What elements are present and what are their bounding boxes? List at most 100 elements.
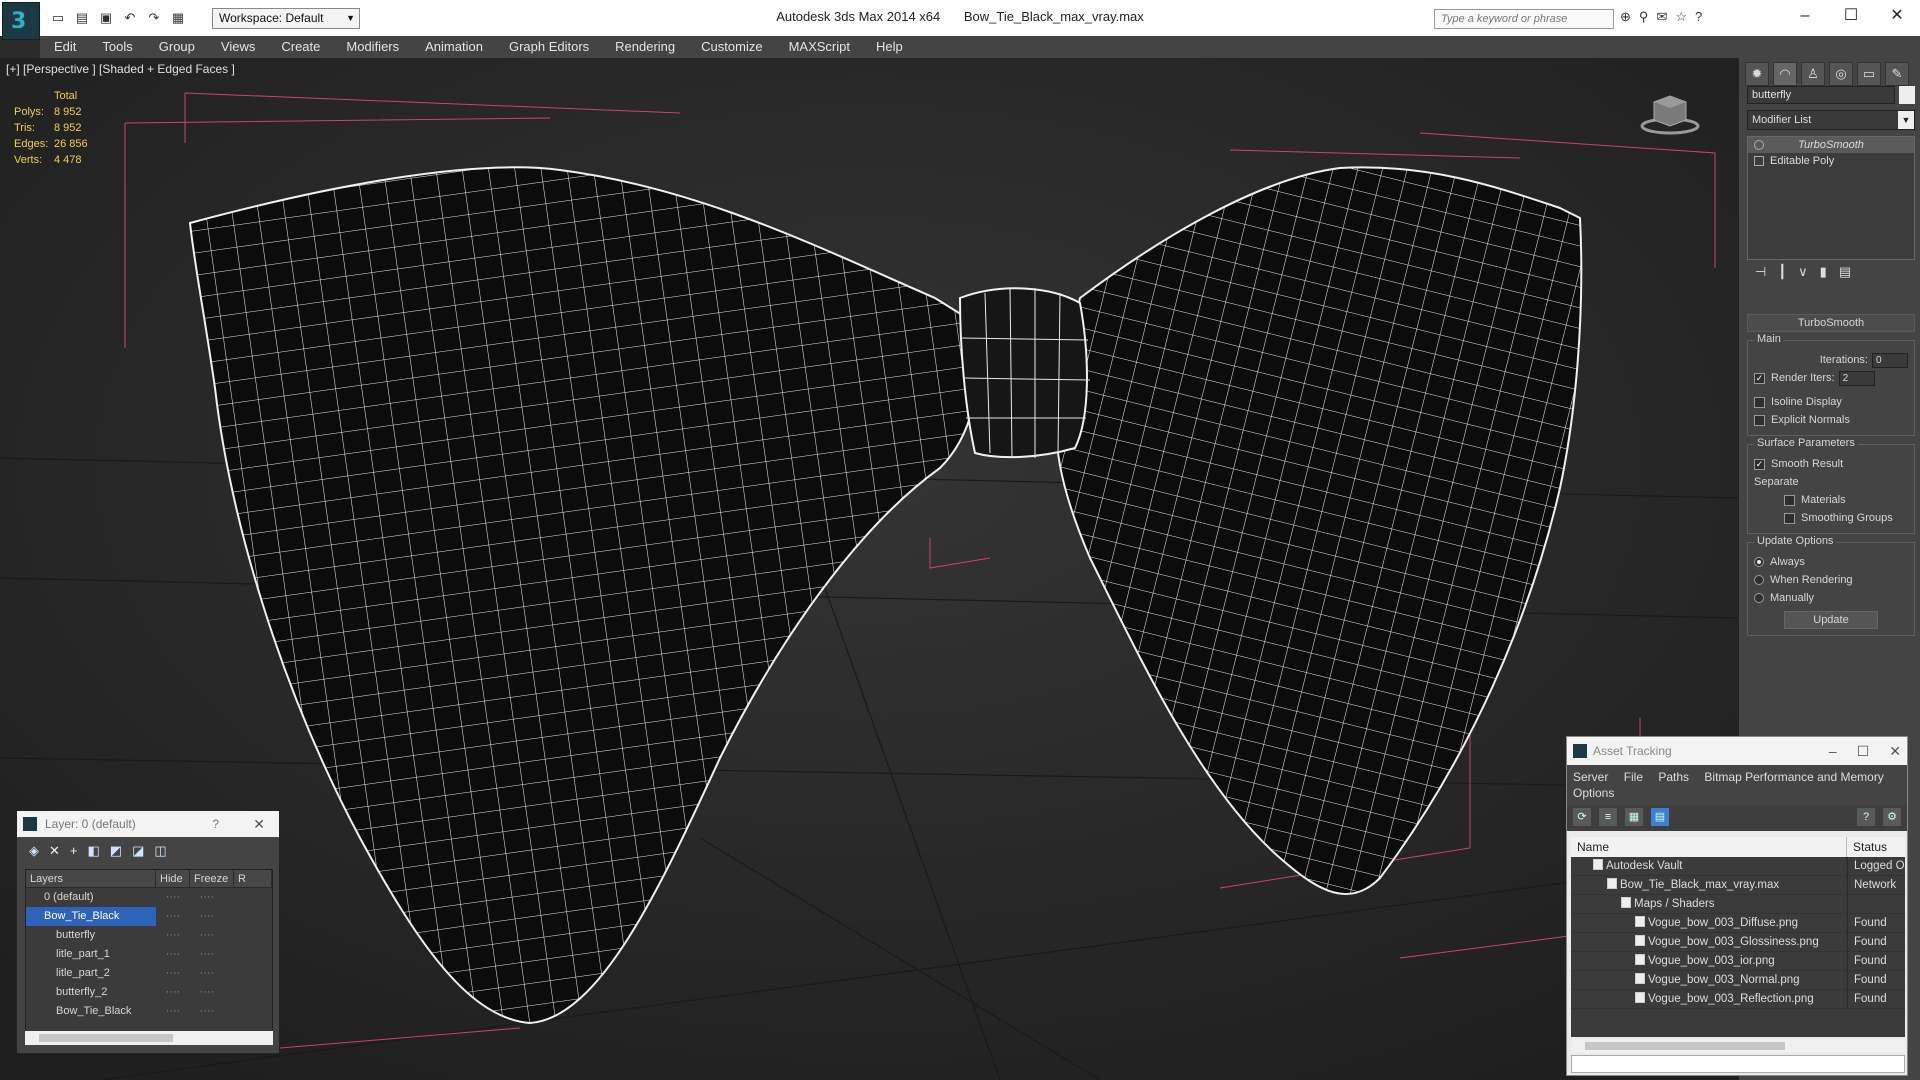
freeze-toggle[interactable]: ····: [190, 964, 224, 983]
maximize-icon[interactable]: ☐: [1857, 737, 1870, 765]
undo-icon[interactable]: ↶: [120, 8, 140, 28]
create-tab-icon[interactable]: ✹: [1745, 62, 1769, 86]
when-rendering-radio[interactable]: [1754, 575, 1764, 585]
horizontal-scrollbar[interactable]: [25, 1031, 273, 1045]
layer-row[interactable]: litle_part_2 ···· ····: [26, 964, 272, 983]
binoculars-icon[interactable]: ⊕: [1620, 9, 1631, 25]
asset-row[interactable]: Bow_Tie_Black_max_vray.max Network: [1571, 876, 1905, 895]
show-end-result-icon[interactable]: ┃: [1778, 264, 1786, 280]
project-folder-icon[interactable]: ▦: [168, 8, 188, 28]
rollout-title[interactable]: TurboSmooth: [1747, 314, 1915, 332]
settings-icon[interactable]: ⚙: [1883, 808, 1901, 826]
menu-views[interactable]: Views: [207, 36, 267, 58]
column-header[interactable]: Freeze: [190, 870, 234, 887]
freeze-toggle[interactable]: ····: [190, 1002, 224, 1021]
manually-radio[interactable]: [1754, 593, 1764, 603]
asset-row[interactable]: Autodesk Vault Logged O: [1571, 857, 1905, 876]
asset-row[interactable]: Vogue_bow_003_Glossiness.png Found: [1571, 933, 1905, 952]
workspace-dropdown[interactable]: Workspace: Default ▼: [212, 8, 360, 29]
materials-checkbox[interactable]: [1784, 494, 1795, 506]
help-icon[interactable]: ?: [1695, 9, 1702, 25]
hierarchy-tab-icon[interactable]: ♙: [1801, 62, 1825, 86]
layer-row[interactable]: butterfly_2 ···· ····: [26, 983, 272, 1002]
menu-tools[interactable]: Tools: [88, 36, 144, 58]
freeze-toggle[interactable]: ····: [190, 926, 224, 945]
layer-name[interactable]: litle_part_1: [26, 945, 156, 964]
menu-maxscript[interactable]: MAXScript: [775, 36, 862, 58]
layer-name[interactable]: 0 (default): [26, 888, 156, 907]
column-header[interactable]: R: [234, 870, 272, 887]
menu-customize[interactable]: Customize: [687, 36, 774, 58]
menu-bitmap-performance[interactable]: Bitmap Performance and Memory: [1704, 770, 1883, 784]
hide-toggle[interactable]: ····: [156, 945, 190, 964]
always-radio[interactable]: [1754, 557, 1764, 567]
asset-window-titlebar[interactable]: Asset Tracking – ☐ ✕: [1567, 737, 1907, 765]
layer-row[interactable]: litle_part_1 ···· ····: [26, 945, 272, 964]
hide-all-layers-icon[interactable]: ◪: [132, 843, 144, 865]
layer-name[interactable]: butterfly: [26, 926, 156, 945]
menu-group[interactable]: Group: [145, 36, 207, 58]
smooth-result-checkbox[interactable]: ✓: [1754, 458, 1765, 470]
layer-name[interactable]: litle_part_2: [26, 964, 156, 983]
menu-paths[interactable]: Paths: [1658, 770, 1689, 784]
add-to-layer-icon[interactable]: +: [70, 843, 78, 865]
refresh-icon[interactable]: ⟳: [1573, 808, 1591, 826]
menu-rendering[interactable]: Rendering: [601, 36, 687, 58]
list-view-icon[interactable]: ≡: [1599, 808, 1617, 826]
asset-row[interactable]: Vogue_bow_003_Normal.png Found: [1571, 971, 1905, 990]
isoline-display-checkbox[interactable]: [1754, 396, 1765, 408]
column-header-status[interactable]: Status: [1847, 837, 1905, 857]
layer-window-titlebar[interactable]: Layer: 0 (default) ? ✕: [17, 811, 279, 837]
menu-animation[interactable]: Animation: [411, 36, 495, 58]
iterations-spinner[interactable]: 0: [1872, 352, 1908, 368]
favorites-star-icon[interactable]: ☆: [1675, 9, 1687, 25]
maximize-icon[interactable]: ☐: [1828, 2, 1874, 32]
app-logo-icon[interactable]: 3: [2, 2, 40, 40]
freeze-toggle[interactable]: ····: [190, 888, 224, 907]
pin-stack-icon[interactable]: ⊣: [1755, 264, 1766, 280]
horizontal-scrollbar[interactable]: [1571, 1039, 1905, 1053]
layer-name[interactable]: butterfly_2: [26, 983, 156, 1002]
render-iters-spinner[interactable]: 2: [1838, 370, 1875, 386]
stack-item-turbosmooth[interactable]: TurboSmooth: [1748, 137, 1914, 153]
menu-edit[interactable]: Edit: [40, 36, 88, 58]
create-layer-icon[interactable]: ◈: [29, 843, 39, 865]
layer-row[interactable]: Bow_Tie_Black ···· ····: [26, 907, 272, 926]
close-icon[interactable]: ✕: [253, 811, 265, 837]
menu-file[interactable]: File: [1624, 770, 1643, 784]
expand-icon[interactable]: [1754, 156, 1764, 166]
column-header[interactable]: Layers: [26, 870, 156, 887]
viewcube-icon[interactable]: [1640, 88, 1700, 138]
asset-row[interactable]: Vogue_bow_003_Reflection.png Found: [1571, 990, 1905, 1009]
freeze-toggle[interactable]: ····: [190, 983, 224, 1002]
search-icon[interactable]: ⚲: [1639, 9, 1649, 25]
asset-row[interactable]: Maps / Shaders: [1571, 895, 1905, 914]
save-icon[interactable]: ▣: [96, 8, 116, 28]
menu-create[interactable]: Create: [267, 36, 332, 58]
render-iters-checkbox[interactable]: ✓: [1754, 372, 1765, 384]
highlight-layer-icon[interactable]: ◩: [110, 843, 122, 865]
viewport-label[interactable]: [+] [Perspective ] [Shaded + Edged Faces…: [6, 62, 235, 76]
layer-name[interactable]: Bow_Tie_Black: [26, 907, 156, 926]
help-icon[interactable]: ?: [212, 811, 219, 837]
column-header[interactable]: Hide: [156, 870, 190, 887]
modify-tab-icon[interactable]: ◠: [1773, 62, 1797, 86]
hide-toggle[interactable]: ····: [156, 907, 190, 926]
asset-row[interactable]: Vogue_bow_003_Diffuse.png Found: [1571, 914, 1905, 933]
column-header-name[interactable]: Name: [1571, 837, 1847, 857]
object-name-field[interactable]: butterfly: [1747, 86, 1895, 104]
modifier-list-dropdown[interactable]: Modifier List ▼: [1747, 110, 1915, 130]
freeze-toggle[interactable]: ····: [190, 907, 224, 926]
new-file-icon[interactable]: ▭: [48, 8, 68, 28]
hide-toggle[interactable]: ····: [156, 983, 190, 1002]
lightbulb-icon[interactable]: [1754, 140, 1764, 150]
display-tab-icon[interactable]: ▭: [1857, 62, 1881, 86]
freeze-toggle[interactable]: ····: [190, 945, 224, 964]
object-color-swatch[interactable]: [1899, 86, 1915, 104]
search-input[interactable]: Type a keyword or phrase: [1434, 9, 1614, 29]
minimize-icon[interactable]: –: [1829, 737, 1837, 765]
layer-row[interactable]: Bow_Tie_Black ···· ····: [26, 1002, 272, 1021]
hide-toggle[interactable]: ····: [156, 926, 190, 945]
table-view-icon[interactable]: ▤: [1651, 808, 1669, 826]
menu-options[interactable]: Options: [1573, 786, 1614, 800]
